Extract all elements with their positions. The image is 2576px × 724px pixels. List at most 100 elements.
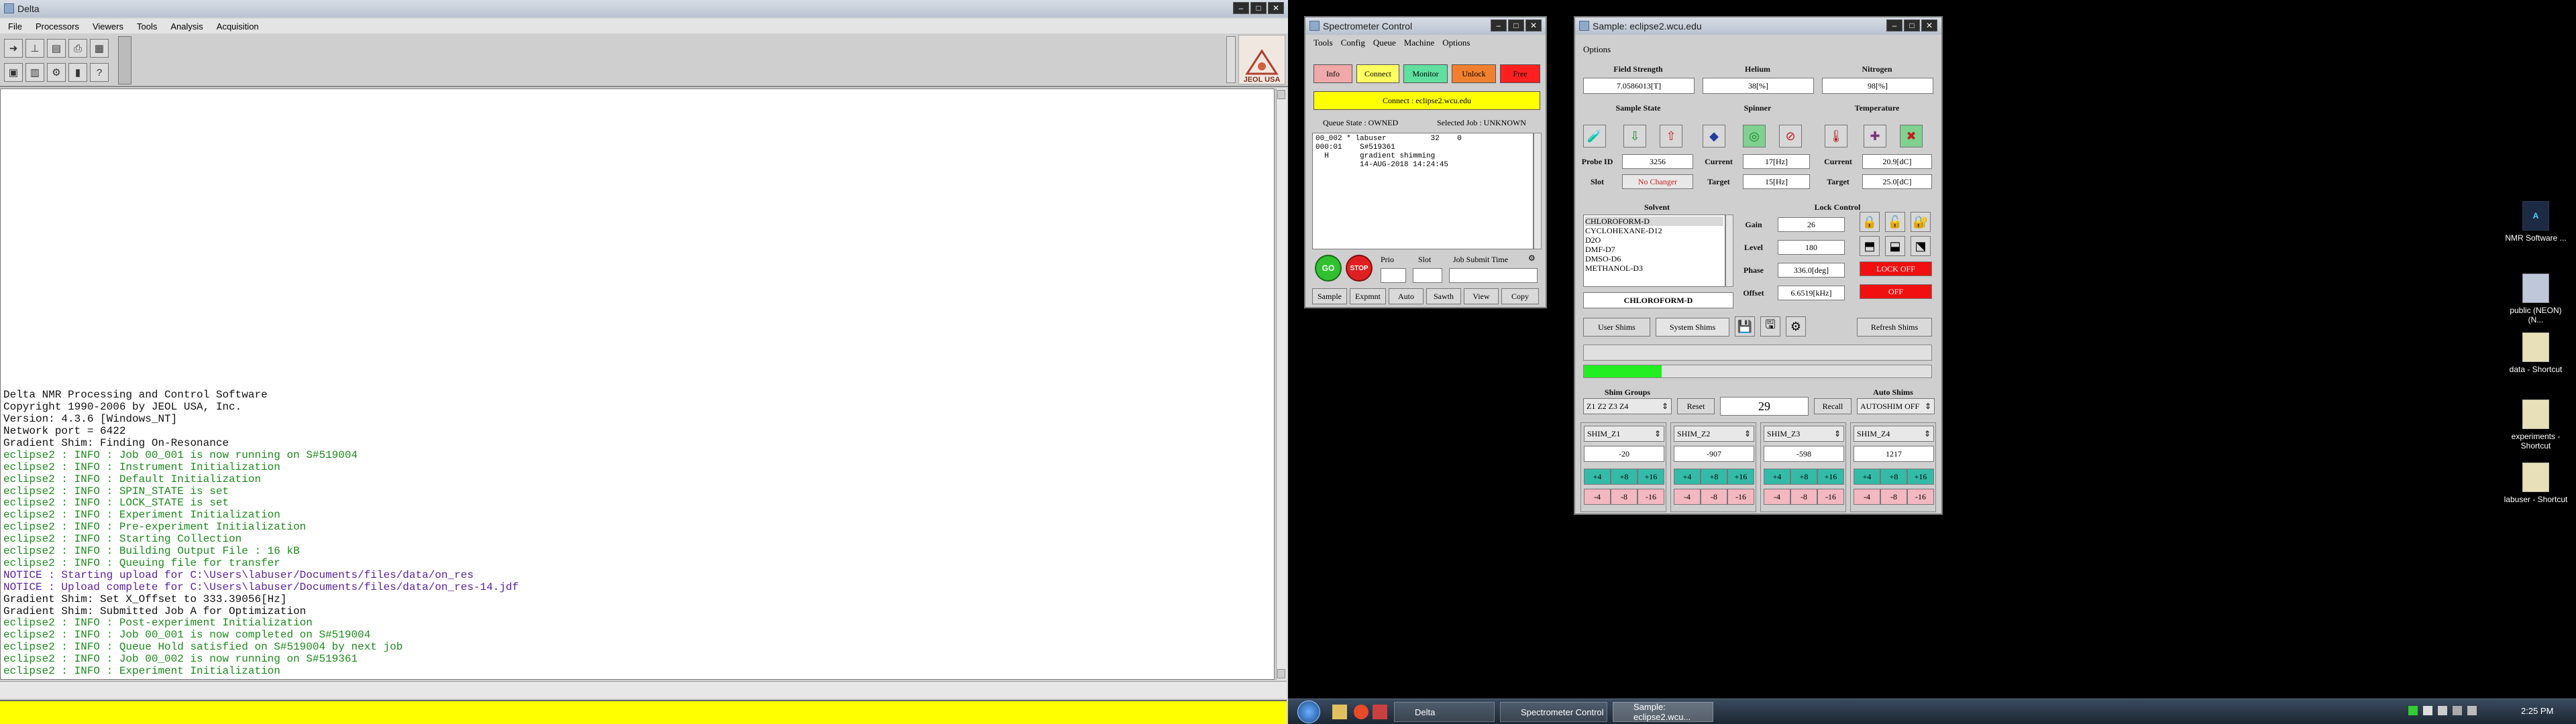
shim-step-up[interactable]: +4 — [1674, 469, 1701, 485]
volume-icon[interactable] — [2467, 706, 2477, 715]
shim-step-down[interactable]: -8 — [1611, 489, 1638, 505]
lock-offset-icon[interactable]: ⬔ — [1911, 236, 1931, 256]
shim-value[interactable]: -907 — [1674, 446, 1754, 462]
close-button[interactable]: ✕ — [1921, 19, 1937, 32]
queue-list[interactable]: 00_002 * labuser 32 0 000:01 S#519361 H … — [1312, 133, 1534, 249]
menu-acquisition[interactable]: Acquisition — [217, 21, 259, 32]
sawth-button[interactable]: Sawth — [1426, 288, 1461, 304]
free-button[interactable]: Free — [1500, 64, 1540, 83]
shim-select[interactable]: SHIM_Z4 ⇕ — [1854, 426, 1934, 442]
menu-viewers[interactable]: Viewers — [93, 21, 123, 32]
options-menu[interactable]: Options — [1583, 44, 1611, 55]
desktop-icon-labuser[interactable]: labuser - Shortcut — [2502, 463, 2569, 504]
shim-step-up[interactable]: +8 — [1701, 469, 1727, 485]
solvent-list[interactable]: CHLOROFORM-D CYCLOHEXANE-D12 D2O DMF-D7 … — [1583, 215, 1725, 287]
temp-on-icon[interactable]: ✚ — [1864, 125, 1886, 147]
console-command-line[interactable] — [0, 681, 1287, 699]
user-shims-button[interactable]: User Shims — [1583, 318, 1650, 337]
solvent-item[interactable]: DMSO-D6 — [1585, 254, 1723, 263]
shim-value[interactable]: 1217 — [1854, 446, 1934, 462]
browser-icon[interactable] — [1354, 705, 1368, 719]
desktop-icon-public[interactable]: public (NEON) (N... — [2502, 274, 2569, 324]
open-icon[interactable]: ➜ — [4, 39, 23, 58]
shim-group-select[interactable]: Z1 Z2 Z3 Z4 ⇕ — [1583, 398, 1672, 414]
clock[interactable]: 2:25 PM — [2521, 706, 2553, 716]
console-output[interactable]: Delta NMR Processing and Control Softwar… — [0, 88, 1275, 680]
tools-icon[interactable]: ⚙ — [47, 63, 66, 82]
lock-auto-icon[interactable]: 🔐 — [1911, 212, 1931, 232]
lock-icon[interactable]: 🔒 — [1860, 212, 1880, 232]
shim-step-down[interactable]: -16 — [1638, 489, 1664, 505]
info-button[interactable]: Info — [1313, 64, 1352, 83]
solvent-scrollbar[interactable] — [1725, 215, 1733, 287]
maximize-button[interactable]: □ — [1508, 19, 1524, 32]
desktop-icon-experiments[interactable]: experiments - Shortcut — [2502, 400, 2569, 450]
shim-step-up[interactable]: +16 — [1638, 469, 1664, 485]
shim-step-up[interactable]: +8 — [1880, 469, 1907, 485]
slot-field[interactable] — [1413, 268, 1442, 283]
system-shims-button[interactable]: System Shims — [1656, 318, 1729, 337]
network-icon[interactable] — [2453, 706, 2462, 715]
taskbar-delta[interactable]: Delta — [1394, 702, 1495, 722]
toolbar-scrollbar[interactable] — [1226, 36, 1236, 83]
shim-step-up[interactable]: +16 — [1907, 469, 1934, 485]
temp-target-value[interactable]: 25.0[dC] — [1862, 174, 1932, 189]
stop-button[interactable]: STOP — [1346, 255, 1373, 282]
shim-step-up[interactable]: +16 — [1727, 469, 1754, 485]
desktop-icon-data[interactable]: data - Shortcut — [2502, 333, 2569, 374]
submit-time-field[interactable] — [1449, 268, 1538, 283]
level-value[interactable]: 180 — [1778, 240, 1845, 255]
slot-value[interactable]: No Changer — [1622, 174, 1693, 189]
minimize-button[interactable]: – — [1886, 19, 1902, 32]
shim-step-up[interactable]: +4 — [1854, 469, 1880, 485]
unlock-icon[interactable]: 🔓 — [1885, 212, 1905, 232]
phase-value[interactable]: 336.0[deg] — [1778, 263, 1845, 278]
copy-button[interactable]: Copy — [1501, 288, 1539, 304]
solvent-item[interactable]: CHLOROFORM-D — [1585, 217, 1723, 226]
start-button[interactable] — [1297, 701, 1320, 723]
shim-step-down[interactable]: -8 — [1790, 489, 1817, 505]
printer-icon[interactable]: ⎙ — [68, 39, 87, 58]
sample-titlebar[interactable]: Sample: eclipse2.wcu.edu – □ ✕ — [1575, 17, 1941, 35]
maximize-button[interactable]: □ — [1904, 19, 1920, 32]
spin-off-icon[interactable]: ⊘ — [1779, 125, 1802, 147]
minimize-button[interactable]: – — [1491, 19, 1507, 32]
scroll-down-icon[interactable] — [1277, 669, 1285, 678]
monitor-button[interactable]: Monitor — [1403, 64, 1448, 83]
menu-processors[interactable]: Processors — [36, 21, 79, 32]
tray-icon[interactable] — [2423, 706, 2432, 715]
insert-up-icon[interactable]: ⇧ — [1660, 125, 1682, 147]
menu-analysis[interactable]: Analysis — [170, 21, 203, 32]
menu-tools[interactable]: Tools — [137, 21, 157, 32]
explorer-icon[interactable] — [1332, 705, 1347, 719]
close-button[interactable]: ✕ — [1525, 19, 1542, 32]
window-icon[interactable]: ▣ — [4, 63, 23, 82]
menu-tools[interactable]: Tools — [1313, 38, 1333, 48]
print-icon[interactable]: ▤ — [47, 39, 66, 58]
reset-button[interactable]: Reset — [1677, 398, 1715, 414]
solvent-item[interactable]: DMF-D7 — [1585, 245, 1723, 254]
shim-step-up[interactable]: +4 — [1764, 469, 1790, 485]
shim-step-down[interactable]: -4 — [1674, 489, 1701, 505]
grid-icon[interactable]: ▦ — [90, 39, 109, 58]
lock-level-icon[interactable]: ⬒ — [1860, 236, 1880, 256]
probe-icon[interactable]: ▮ — [68, 63, 87, 82]
load-shims-icon[interactable]: 🖫 — [1760, 316, 1780, 337]
shim-step-down[interactable]: -16 — [1817, 489, 1844, 505]
shim-step-up[interactable]: +8 — [1611, 469, 1638, 485]
expmnt-button[interactable]: Expmnt — [1350, 288, 1386, 304]
shim-step-down[interactable]: -4 — [1584, 489, 1611, 505]
scroll-up-icon[interactable] — [1277, 90, 1285, 99]
shim-step-up[interactable]: +8 — [1790, 469, 1817, 485]
shim-step-down[interactable]: -8 — [1880, 489, 1907, 505]
save-shims-icon[interactable]: 💾 — [1735, 316, 1755, 337]
solvent-item[interactable]: METHANOL-D3 — [1585, 263, 1723, 273]
shim-value[interactable]: -20 — [1584, 446, 1664, 462]
desktop-icon-nmr[interactable]: A NMR Software ... — [2502, 201, 2569, 243]
tray-icon[interactable] — [2408, 706, 2418, 715]
shim-step-up[interactable]: +16 — [1817, 469, 1844, 485]
shim-step-down[interactable]: -8 — [1701, 489, 1727, 505]
refresh-shims-button[interactable]: Refresh Shims — [1857, 318, 1932, 337]
spectrum-icon[interactable]: ⊥ — [25, 39, 44, 58]
temp-off-icon[interactable]: ✖ — [1900, 125, 1923, 147]
